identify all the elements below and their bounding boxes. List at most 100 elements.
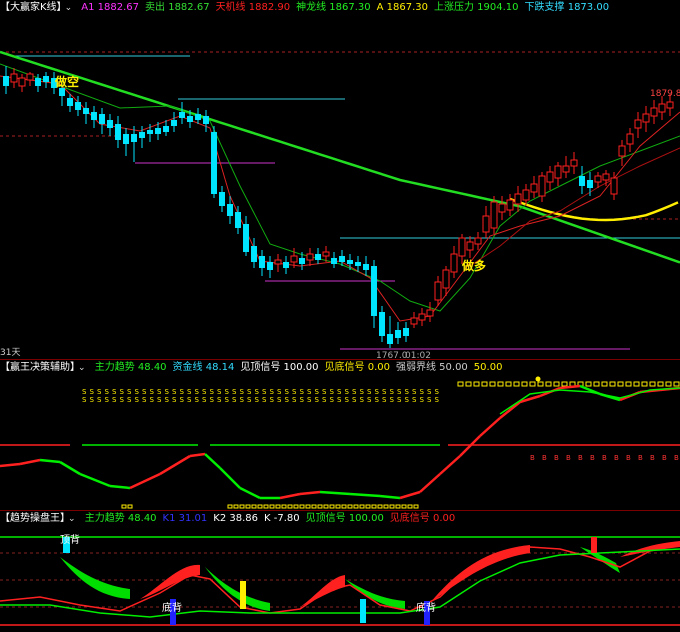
sell-marker: S — [277, 396, 282, 404]
sell-marker: S — [337, 388, 342, 396]
sell-marker: S — [390, 388, 395, 396]
signal-square — [299, 504, 305, 509]
candle-body — [410, 317, 418, 325]
sell-marker: S — [360, 396, 365, 404]
buy-marker: B — [578, 454, 583, 462]
sub1-stat-2: 见顶信号 100.00 — [240, 362, 319, 373]
sell-marker: S — [210, 388, 215, 396]
main-title[interactable]: 【大赢家K线】 — [0, 2, 67, 13]
sell-marker: S — [172, 396, 177, 404]
candlestick — [579, 166, 585, 194]
sell-marker: S — [292, 388, 297, 396]
buy-marker: B — [554, 454, 559, 462]
decision-indicator-chart[interactable]: SSSSSSSSSSSSSSSSSSSSSSSSSSSSSSSSSSSSSSSS… — [0, 376, 680, 510]
candle-body — [579, 176, 585, 186]
sub1-stat-0: 主力趋势 48.40 — [94, 362, 167, 373]
sub2-stat-1: K1 31.01 — [162, 513, 208, 524]
main-stat-2: 天机线 1882.90 — [215, 2, 291, 13]
sell-marker: S — [105, 388, 110, 396]
signal-square — [529, 381, 536, 387]
candlestick — [379, 306, 385, 342]
candle-body — [123, 134, 129, 144]
candlestick — [498, 196, 506, 220]
chevron-down-icon[interactable]: ⌄ — [78, 363, 86, 373]
sell-marker: S — [112, 396, 117, 404]
sell-marker: S — [232, 388, 237, 396]
sell-marker: S — [330, 388, 335, 396]
candlestick — [283, 256, 289, 274]
candle-body — [243, 224, 249, 252]
candle-body — [363, 264, 369, 270]
sell-marker: S — [202, 396, 207, 404]
sub1-stat-1: 资金线 48.14 — [172, 362, 235, 373]
candlestick — [306, 248, 314, 266]
sub2-stat-3: K -7.80 — [264, 513, 300, 524]
candlestick — [410, 312, 418, 328]
sell-marker: S — [300, 388, 305, 396]
sell-marker: S — [90, 388, 95, 396]
candlestick-chart[interactable]: 做空 做多 1879.8 1767.0 01:02 31天 — [0, 16, 680, 360]
candle-body — [99, 114, 105, 124]
signal-square — [245, 504, 251, 509]
candle-body — [35, 78, 41, 86]
sell-marker: S — [315, 396, 320, 404]
trend-indicator-chart[interactable]: 顶背 底背 底背 — [0, 527, 680, 632]
sell-marker: S — [315, 388, 320, 396]
candlestick — [243, 216, 249, 256]
sell-marker: S — [180, 388, 185, 396]
chevron-down-icon[interactable]: ⌄ — [65, 3, 73, 13]
sell-marker: S — [285, 396, 290, 404]
signal-square — [263, 504, 269, 509]
candle-body — [43, 76, 49, 82]
candle-body — [306, 253, 314, 261]
candle-body — [331, 258, 337, 264]
candle-body — [107, 120, 113, 128]
candlestick — [618, 140, 626, 166]
candlestick — [115, 116, 121, 148]
trend-segment — [79, 472, 111, 488]
sell-marker: S — [247, 396, 252, 404]
candlestick — [219, 186, 225, 212]
candle-body — [235, 212, 241, 228]
candlestick — [395, 322, 401, 344]
candlestick — [267, 256, 273, 278]
candlestick — [211, 126, 217, 198]
sub1-title[interactable]: 【赢王决策辅助】 — [0, 362, 80, 373]
candlestick — [434, 276, 442, 306]
candle-body — [562, 165, 570, 173]
trend-segment — [59, 460, 81, 476]
signal-square — [233, 504, 239, 509]
signal-square — [127, 504, 133, 509]
buy-marker: B — [602, 454, 607, 462]
sell-marker: S — [112, 388, 117, 396]
trend-segment — [129, 472, 161, 490]
sell-marker: S — [217, 388, 222, 396]
red-ribbon — [430, 545, 530, 603]
candle-body — [634, 119, 642, 129]
trend-segment — [479, 417, 501, 437]
sell-marker: S — [307, 388, 312, 396]
sell-marker: S — [255, 388, 260, 396]
ma-mid-line — [0, 63, 680, 312]
candlestick — [3, 66, 9, 94]
candle-body — [259, 256, 265, 268]
buy-marker: B — [530, 454, 535, 462]
candle-body — [546, 171, 554, 183]
signal-square — [505, 381, 512, 387]
candle-body — [371, 266, 377, 316]
candle-body — [283, 262, 289, 268]
buy-marker: B — [542, 454, 547, 462]
sell-marker: S — [382, 388, 387, 396]
sell-marker: S — [202, 388, 207, 396]
sub2-title[interactable]: 【趋势操盘王】 — [0, 513, 70, 524]
sell-marker: S — [187, 396, 192, 404]
candle-body — [602, 173, 610, 181]
signal-square — [227, 504, 233, 509]
sub2-stat-2: K2 38.86 — [213, 513, 259, 524]
chevron-down-icon[interactable]: ⌄ — [68, 514, 76, 524]
trend-segment — [439, 455, 461, 475]
candlestick — [131, 126, 137, 162]
sell-marker: S — [292, 396, 297, 404]
candle-body — [466, 241, 474, 251]
candlestick — [107, 114, 113, 136]
